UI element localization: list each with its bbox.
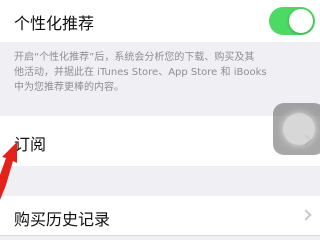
description-line: 开启“个性化推荐”后，系统会分析您的下载、购买及其: [14, 52, 255, 63]
row-divider: [0, 235, 320, 236]
description-line: 他活动，并据此在 iTunes Store、App Store 和 iBooks: [14, 67, 267, 78]
annotation-arrow-icon: [0, 142, 17, 200]
purchase-history-row[interactable]: 购买历史记录: [0, 196, 320, 236]
description-line: 中为您推荐更棒的内容。: [14, 82, 124, 93]
recommendations-row: 个性化推荐: [0, 0, 320, 42]
recommendations-label: 个性化推荐: [14, 14, 95, 33]
assistive-touch-icon: [283, 113, 315, 145]
toggle-knob: [289, 9, 313, 33]
chevron-right-icon: [300, 209, 312, 221]
subscriptions-row[interactable]: 订阅: [0, 116, 320, 166]
purchase-history-label: 购买历史记录: [14, 210, 111, 229]
recommendations-description: 开启“个性化推荐”后，系统会分析您的下载、购买及其 他活动，并据此在 iTune…: [14, 50, 314, 95]
assistive-touch-button[interactable]: [273, 103, 320, 155]
recommendations-toggle[interactable]: [269, 7, 315, 35]
settings-page: 个性化推荐 开启“个性化推荐”后，系统会分析您的下载、购买及其 他活动，并据此在…: [0, 0, 320, 240]
